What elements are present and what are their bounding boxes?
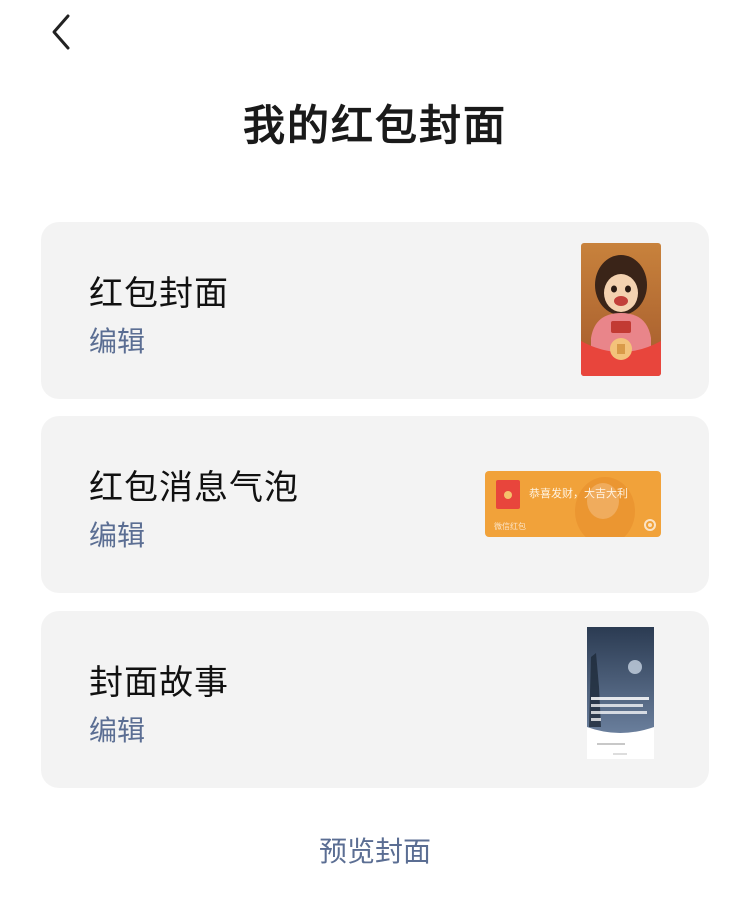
- preview-cover-button[interactable]: 预览封面: [0, 830, 750, 870]
- story-image: [587, 627, 654, 755]
- cover-image: [581, 243, 661, 376]
- cover-thumbnail[interactable]: [581, 243, 661, 376]
- card-title: 红包消息气泡: [89, 468, 299, 508]
- back-button[interactable]: [40, 10, 84, 54]
- card-message-bubble[interactable]: 红包消息气泡 编辑 恭喜发财，大吉大利 微信红包: [41, 416, 709, 593]
- edit-button[interactable]: 编辑: [89, 709, 145, 749]
- page-title: 我的红包封面: [242, 101, 507, 150]
- edit-button[interactable]: 编辑: [89, 320, 145, 360]
- edit-button[interactable]: 编辑: [89, 514, 145, 554]
- card-title: 红包封面: [89, 274, 229, 314]
- bubble-subtext: 微信红包: [494, 522, 526, 531]
- card-red-packet-cover[interactable]: 红包封面 编辑: [41, 222, 709, 399]
- bubble-thumbnail[interactable]: 恭喜发财，大吉大利 微信红包: [485, 471, 661, 537]
- coin-icon: [644, 519, 656, 531]
- card-title: 封面故事: [89, 663, 229, 703]
- bubble-text: 恭喜发财，大吉大利: [529, 487, 628, 500]
- red-envelope-icon: [496, 480, 520, 509]
- chevron-left-icon: [52, 14, 70, 50]
- card-cover-story[interactable]: 封面故事 编辑: [41, 611, 709, 788]
- story-thumbnail[interactable]: [587, 627, 654, 759]
